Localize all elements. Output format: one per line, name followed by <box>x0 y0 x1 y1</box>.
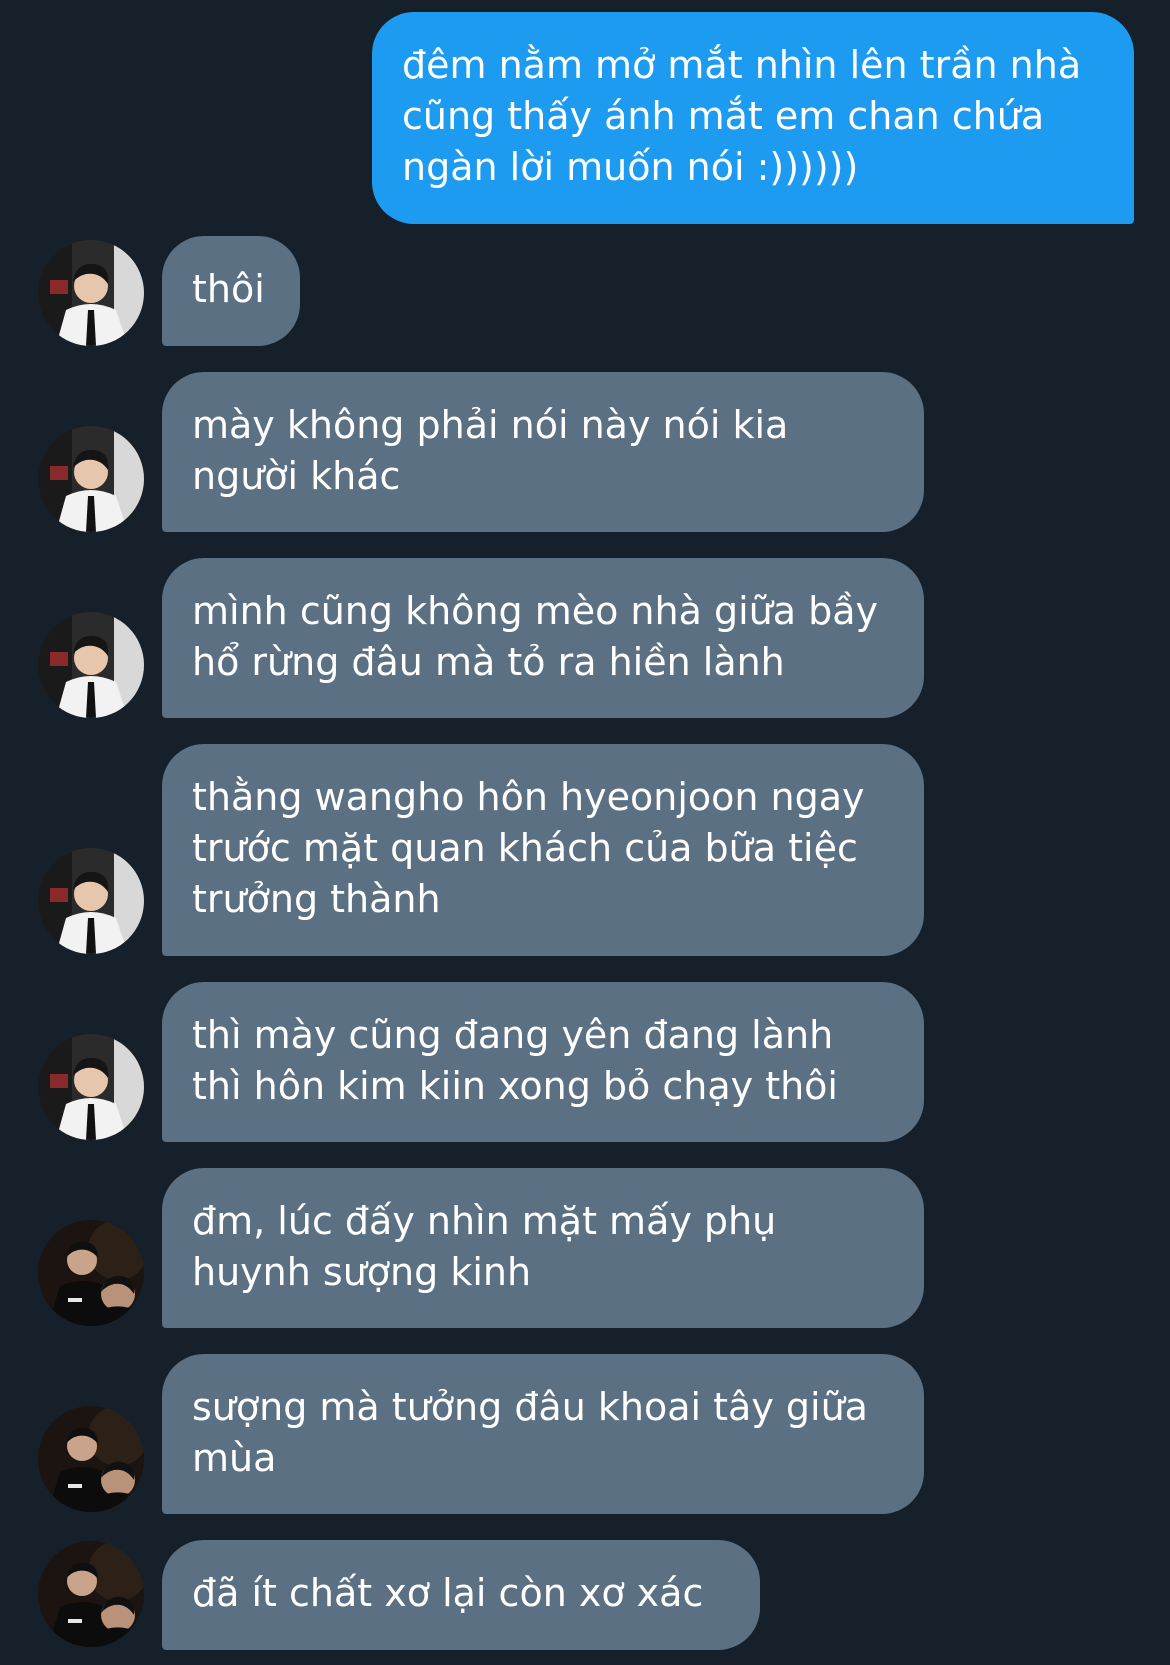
avatar[interactable] <box>38 240 144 346</box>
avatar-white-shirt-icon <box>38 1034 144 1140</box>
avatar[interactable] <box>38 1034 144 1140</box>
incoming-message-bubble[interactable]: thôi <box>162 236 300 346</box>
avatar-white-shirt-icon <box>38 426 144 532</box>
incoming-message-bubble[interactable]: mày không phải nói này nói kia người khá… <box>162 372 924 532</box>
avatar[interactable] <box>38 612 144 718</box>
avatar-dark-jacket-icon <box>38 1541 144 1647</box>
incoming-message-bubble[interactable]: thì mày cũng đang yên đang lành thì hôn … <box>162 982 924 1142</box>
avatar-white-shirt-icon <box>38 240 144 346</box>
outgoing-message-bubble[interactable]: đêm nằm mở mắt nhìn lên trần nhà cũng th… <box>372 12 1134 224</box>
incoming-message-bubble[interactable]: mình cũng không mèo nhà giữa bầy hổ rừng… <box>162 558 924 718</box>
avatar[interactable] <box>38 1406 144 1512</box>
avatar-white-shirt-icon <box>38 848 144 954</box>
avatar[interactable] <box>38 1220 144 1326</box>
avatar[interactable] <box>38 848 144 954</box>
avatar-dark-jacket-icon <box>38 1406 144 1512</box>
incoming-message-bubble[interactable]: đã ít chất xơ lại còn xơ xác <box>162 1540 760 1650</box>
incoming-message-bubble[interactable]: sượng mà tưởng đâu khoai tây giữa mùa <box>162 1354 924 1514</box>
avatar-white-shirt-icon <box>38 612 144 718</box>
avatar[interactable] <box>38 1541 144 1647</box>
incoming-message-bubble[interactable]: đm, lúc đấy nhìn mặt mấy phụ huynh sượng… <box>162 1168 924 1328</box>
incoming-message-bubble[interactable]: thằng wangho hôn hyeonjoon ngay trước mặ… <box>162 744 924 956</box>
avatar-dark-jacket-icon <box>38 1220 144 1326</box>
avatar[interactable] <box>38 426 144 532</box>
